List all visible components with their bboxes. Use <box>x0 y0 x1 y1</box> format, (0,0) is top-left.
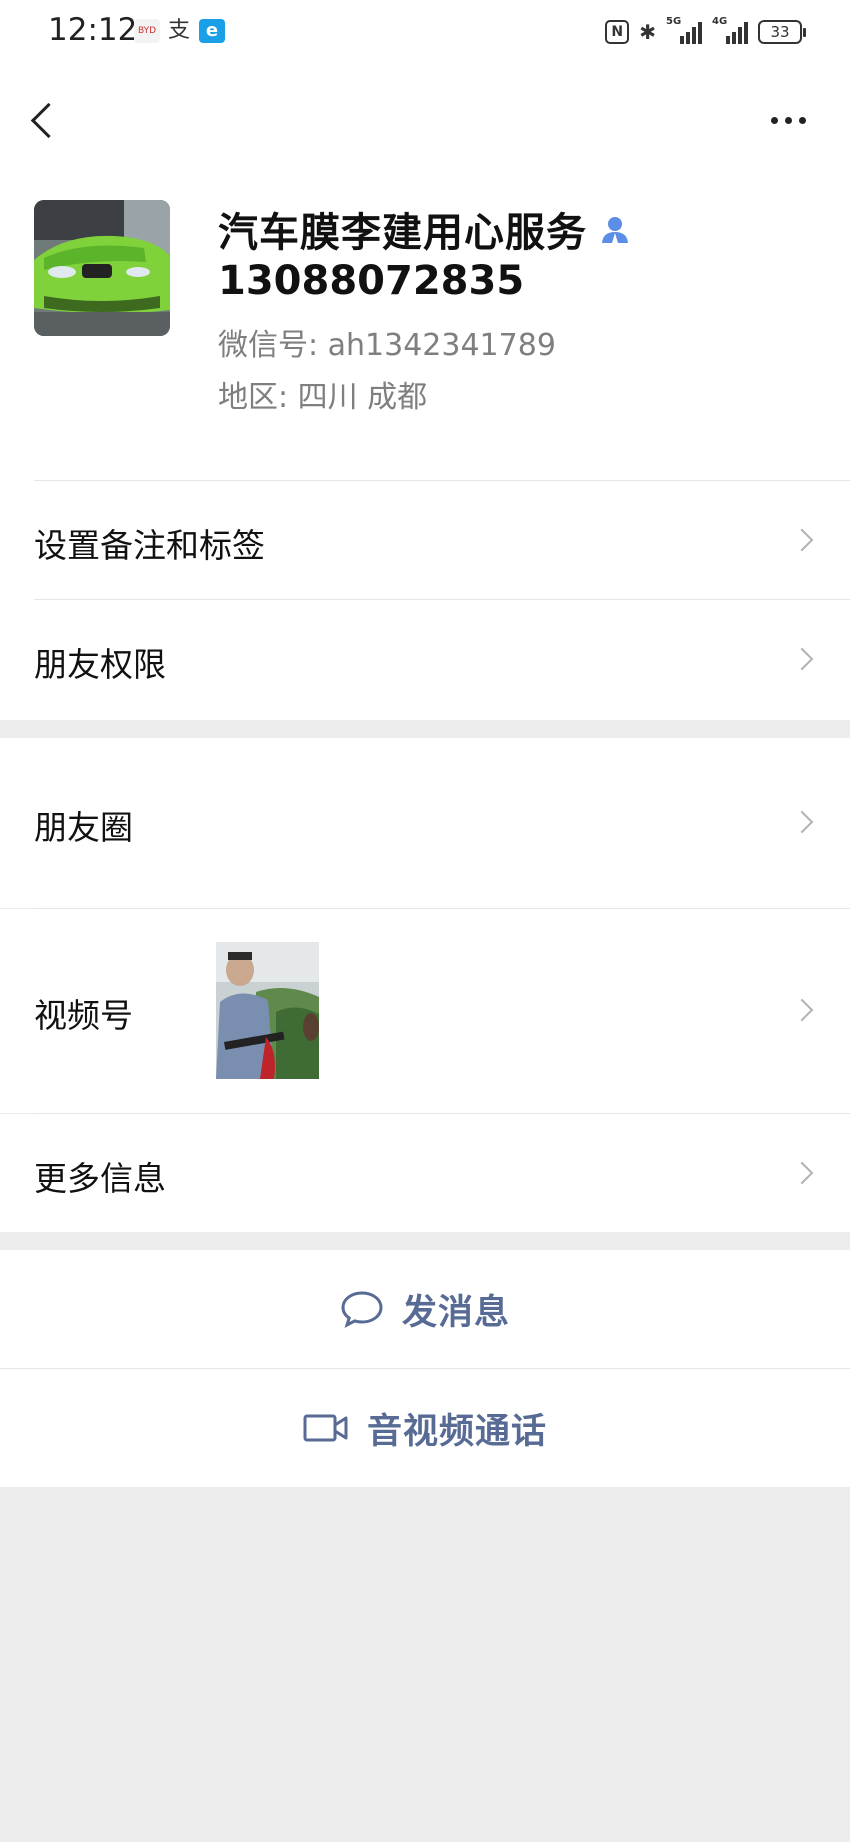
status-bar: 12:12 BYD 支 e N ✱ 5G 4G 33 <box>0 0 850 64</box>
wechat-id: 微信号: ah1342341789 <box>218 328 556 363</box>
more-options-button[interactable] <box>766 108 810 132</box>
dot-icon <box>798 116 806 124</box>
send-message-label: 发消息 <box>401 1292 510 1333</box>
bluetooth-icon: ✱ <box>639 20 656 44</box>
browser-notification-icon: e <box>199 19 225 43</box>
name-line: 汽车膜李建用心服务 <box>218 200 631 258</box>
video-call-label: 音视频通话 <box>366 1411 547 1452</box>
chevron-right-icon <box>790 998 814 1022</box>
set-remark-row[interactable]: 设置备注和标签 <box>0 481 850 599</box>
channels-label: 视频号 <box>34 996 133 1035</box>
contact-phone: 13088072835 <box>218 258 525 304</box>
back-button[interactable] <box>26 94 58 146</box>
signal-5g-icon: 5G <box>666 16 702 44</box>
avatar[interactable] <box>34 200 170 336</box>
contact-name: 汽车膜李建用心服务 <box>218 210 587 256</box>
battery-icon: 33 <box>758 20 806 44</box>
dot-icon <box>770 116 778 124</box>
video-call-button[interactable]: 音视频通话 <box>0 1369 850 1487</box>
more-info-label: 更多信息 <box>34 1159 166 1198</box>
signal-4g-icon: 4G <box>712 16 748 44</box>
nfc-icon: N <box>605 20 630 44</box>
chat-bubble-icon <box>341 1291 383 1329</box>
moments-row[interactable]: 朋友圈 <box>0 738 850 908</box>
friend-permissions-label: 朋友权限 <box>34 645 166 684</box>
moments-label: 朋友圈 <box>34 808 133 847</box>
status-time: 12:12 <box>48 12 138 48</box>
verified-person-icon <box>602 217 628 245</box>
chevron-right-icon <box>790 647 814 671</box>
video-camera-icon <box>303 1414 348 1442</box>
chevron-right-icon <box>790 1161 814 1185</box>
app-notification-icon: BYD <box>134 19 160 43</box>
more-info-row[interactable]: 更多信息 <box>0 1114 850 1232</box>
status-icons: N ✱ 5G 4G 33 <box>605 16 806 48</box>
channels-thumbnail[interactable] <box>216 942 319 1079</box>
set-remark-label: 设置备注和标签 <box>34 526 265 565</box>
chevron-right-icon <box>790 528 814 552</box>
chevron-right-icon <box>790 810 814 834</box>
send-message-button[interactable]: 发消息 <box>0 1250 850 1368</box>
alipay-notification-icon: 支 <box>167 18 190 43</box>
dot-icon <box>784 116 792 124</box>
channels-row[interactable]: 视频号 <box>0 909 850 1113</box>
friend-permissions-row[interactable]: 朋友权限 <box>0 600 850 718</box>
region: 地区: 四川 成都 <box>218 380 428 415</box>
